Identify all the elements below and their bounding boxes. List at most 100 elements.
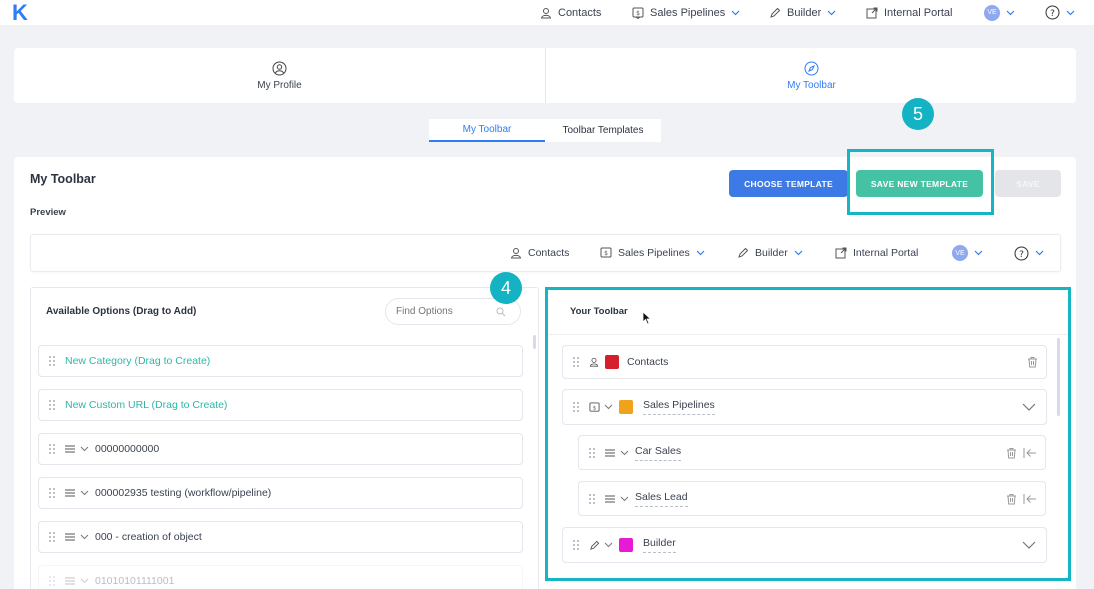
list-item-label: 00000000000 xyxy=(95,443,160,455)
nav-sales-pipelines[interactable]: $ Sales Pipelines xyxy=(632,0,740,25)
help-icon: ? xyxy=(1045,5,1060,20)
chevron-down-icon xyxy=(1006,10,1015,15)
avatar: VE xyxy=(984,4,1000,21)
app-logo[interactable]: K xyxy=(12,2,28,24)
drag-handle-icon[interactable] xyxy=(573,538,579,552)
move-out-icon[interactable] xyxy=(1023,447,1037,459)
drag-handle-icon[interactable] xyxy=(589,492,595,506)
toolbar-item-label[interactable]: Sales Pipelines xyxy=(643,399,715,415)
settings-section-tabs: My Profile My Toolbar xyxy=(14,48,1076,103)
compass-icon xyxy=(804,61,819,75)
drag-handle-icon[interactable] xyxy=(589,446,595,460)
person-icon xyxy=(540,7,552,18)
dollar-document-icon: $ xyxy=(600,247,612,258)
move-out-icon[interactable] xyxy=(1023,493,1037,505)
dollar-document-icon: $ xyxy=(632,7,644,19)
chevron-down-icon xyxy=(1066,10,1075,15)
nav-internal-portal-label: Internal Portal xyxy=(884,6,953,19)
menu-icon xyxy=(65,577,75,585)
chevron-down-icon xyxy=(827,10,836,15)
svg-text:$: $ xyxy=(604,250,608,257)
nav-internal-portal[interactable]: Internal Portal xyxy=(866,0,952,25)
subtab-my-toolbar[interactable]: My Toolbar xyxy=(429,119,545,142)
nav-contacts[interactable]: Contacts xyxy=(540,0,601,25)
subtab-toolbar-templates[interactable]: Toolbar Templates xyxy=(545,119,661,142)
toolbar-item-label: Contacts xyxy=(627,356,669,368)
person-icon xyxy=(589,357,599,367)
nav-builder[interactable]: Builder xyxy=(769,0,836,25)
external-link-icon xyxy=(866,7,878,18)
toolbar-subitem-sales-lead[interactable]: Sales Lead xyxy=(578,481,1046,516)
list-item[interactable]: 000 - creation of object xyxy=(38,521,523,553)
list-item[interactable]: New Custom URL (Drag to Create) xyxy=(38,389,523,421)
list-item[interactable]: 01010101111001 xyxy=(38,565,523,589)
color-swatch[interactable] xyxy=(619,400,633,414)
help-menu[interactable]: ? xyxy=(1045,0,1075,25)
find-options-input[interactable] xyxy=(396,306,496,317)
toolbar-item-builder[interactable]: Builder xyxy=(562,527,1047,563)
color-swatch[interactable] xyxy=(619,538,633,552)
drag-handle-icon[interactable] xyxy=(49,486,55,500)
pencil-icon xyxy=(770,7,781,18)
chevron-down-icon xyxy=(974,250,983,256)
chevron-down-icon[interactable] xyxy=(1022,541,1036,549)
drag-handle-icon[interactable] xyxy=(49,398,55,412)
chevron-down-icon[interactable] xyxy=(80,490,89,496)
toolbar-item-label[interactable]: Builder xyxy=(643,537,676,553)
tab-my-profile[interactable]: My Profile xyxy=(14,48,545,103)
chevron-down-icon[interactable] xyxy=(604,542,613,548)
save-button[interactable]: SAVE xyxy=(995,170,1061,197)
preview-nav-internal-portal: Internal Portal xyxy=(835,245,918,261)
tab-my-toolbar[interactable]: My Toolbar xyxy=(546,48,1077,103)
preview-nav-sales-pipelines: $ Sales Pipelines xyxy=(600,245,705,261)
person-icon xyxy=(510,248,522,259)
top-navigation-bar: K Contacts $ Sales Pipelines Builder Int… xyxy=(0,0,1094,25)
preview-avatar: VE xyxy=(952,245,968,261)
chevron-down-icon[interactable] xyxy=(620,450,629,456)
drag-handle-icon[interactable] xyxy=(49,530,55,544)
trash-icon[interactable] xyxy=(1006,493,1017,505)
toolbar-item-sales-pipelines[interactable]: $ Sales Pipelines xyxy=(562,389,1047,425)
menu-icon xyxy=(65,533,75,541)
drag-handle-icon[interactable] xyxy=(49,442,55,456)
chevron-down-icon[interactable] xyxy=(80,534,89,540)
drag-handle-icon[interactable] xyxy=(49,574,55,588)
menu-icon xyxy=(605,495,615,502)
svg-text:$: $ xyxy=(636,10,640,17)
trash-icon[interactable] xyxy=(1027,356,1038,368)
list-item[interactable]: 000002935 testing (workflow/pipeline) xyxy=(38,477,523,509)
list-item[interactable]: New Category (Drag to Create) xyxy=(38,345,523,377)
toolbar-item-label[interactable]: Car Sales xyxy=(635,445,682,461)
drag-handle-icon[interactable] xyxy=(573,400,579,414)
your-toolbar-divider xyxy=(548,334,1068,335)
chevron-down-icon[interactable] xyxy=(604,404,613,410)
choose-template-button[interactable]: CHOOSE TEMPLATE xyxy=(729,170,848,197)
chevron-down-icon[interactable] xyxy=(80,446,89,452)
toolbar-item-label[interactable]: Sales Lead xyxy=(635,491,688,507)
drag-handle-icon[interactable] xyxy=(573,355,579,369)
subtab-my-toolbar-label: My Toolbar xyxy=(462,124,512,135)
toolbar-item-contacts[interactable]: Contacts xyxy=(562,345,1047,379)
step-4-callout: 4 xyxy=(490,272,522,304)
chevron-down-icon xyxy=(696,250,705,256)
mouse-cursor-icon xyxy=(642,311,652,325)
trash-icon[interactable] xyxy=(1006,447,1017,459)
your-toolbar-scrollbar[interactable] xyxy=(1057,338,1060,416)
color-swatch[interactable] xyxy=(605,355,619,369)
list-item[interactable]: 00000000000 xyxy=(38,433,523,465)
chevron-down-icon[interactable] xyxy=(620,496,629,502)
toolbar-subitem-car-sales[interactable]: Car Sales xyxy=(578,435,1046,470)
highlight-save-new-template xyxy=(847,149,994,215)
available-scrollbar[interactable] xyxy=(533,335,536,349)
menu-icon xyxy=(65,489,75,497)
nav-contacts-label: Contacts xyxy=(558,6,602,19)
list-item-label: 000 - creation of object xyxy=(95,531,202,543)
preview-internal-portal-label: Internal Portal xyxy=(853,247,919,259)
chevron-down-icon[interactable] xyxy=(1022,403,1036,411)
preview-nav-builder: Builder xyxy=(737,245,803,261)
profile-icon xyxy=(272,61,287,75)
user-menu[interactable]: VE xyxy=(984,0,1015,25)
drag-handle-icon[interactable] xyxy=(49,354,55,368)
external-link-icon xyxy=(835,247,847,259)
chevron-down-icon[interactable] xyxy=(80,578,89,584)
